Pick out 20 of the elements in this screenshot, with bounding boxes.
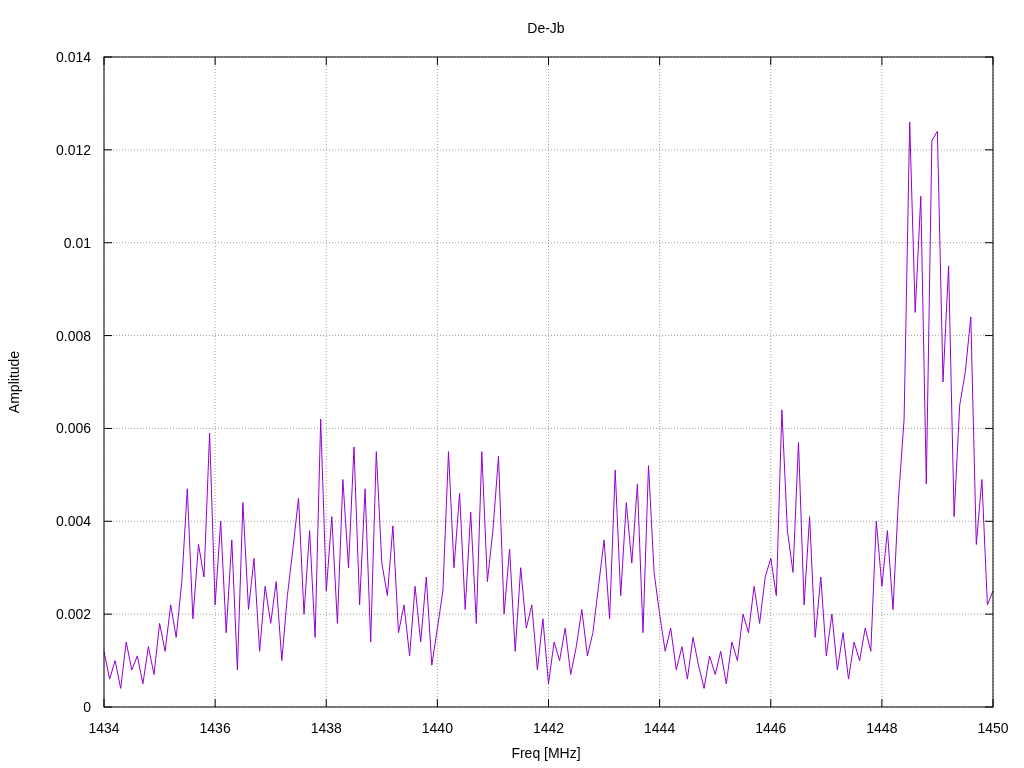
x-tick-label: 1434: [88, 720, 120, 736]
y-tick-label: 0.012: [55, 141, 91, 158]
y-tick-label: 0.01: [63, 234, 91, 251]
y-tick-label: 0.006: [55, 420, 91, 437]
x-tick-label: 1448: [866, 720, 898, 736]
x-tick-label: 1446: [755, 720, 787, 736]
x-tick-label: 1440: [421, 720, 453, 736]
x-tick-label: 1442: [532, 720, 565, 736]
y-tick-label: 0.014: [55, 49, 91, 65]
x-tick-label: 1436: [199, 720, 231, 736]
y-tick-label: 0: [83, 699, 91, 715]
y-axis-label: Amplitude: [6, 350, 22, 414]
x-tick-label: 1450: [977, 720, 1009, 736]
x-axis-label: Freq [MHz]: [511, 745, 581, 761]
x-tick-label: 1438: [310, 720, 342, 736]
x-tick-label: 1444: [644, 720, 676, 736]
chart-title: De-Jb: [527, 20, 565, 36]
y-tick-label: 0.008: [55, 327, 91, 344]
y-tick-label: 0.004: [55, 513, 91, 530]
y-tick-label: 0.002: [55, 606, 91, 623]
